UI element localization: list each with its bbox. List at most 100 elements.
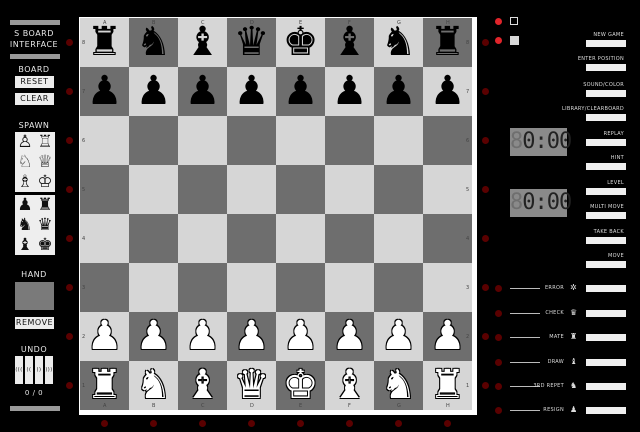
- square-g5[interactable]: [374, 165, 423, 214]
- square-b5[interactable]: [129, 165, 178, 214]
- spawn-black-piece-3[interactable]: ♛: [35, 215, 55, 235]
- spawn-white-piece-3[interactable]: ♕: [35, 152, 55, 172]
- black-pawn-d7[interactable]: ♟: [227, 67, 276, 116]
- divider: [10, 406, 60, 411]
- square-f4[interactable]: [325, 214, 374, 263]
- rank-led: [482, 235, 489, 242]
- resign-indicator: [586, 407, 626, 414]
- spawn-white-piece-1[interactable]: ♖: [35, 132, 55, 152]
- white-color-swatch[interactable]: [510, 17, 518, 25]
- spawn-black-piece-5[interactable]: ♚: [35, 235, 55, 255]
- file-led: [395, 420, 402, 427]
- rank-label: 8: [82, 40, 86, 46]
- undo-button-2[interactable]: )): [35, 356, 43, 384]
- white-pawn-d2[interactable]: ♟: [227, 312, 276, 361]
- square-a5[interactable]: [80, 165, 129, 214]
- square-c3[interactable]: [178, 263, 227, 312]
- square-d4[interactable]: [227, 214, 276, 263]
- sound-color-button[interactable]: [586, 90, 626, 97]
- square-c4[interactable]: [178, 214, 227, 263]
- library-clearboard-button[interactable]: [586, 114, 626, 121]
- black-pawn-h7[interactable]: ♟: [423, 67, 472, 116]
- square-c6[interactable]: [178, 116, 227, 165]
- black-pawn-b7[interactable]: ♟: [129, 67, 178, 116]
- spawn-black-piece-0[interactable]: ♟: [15, 195, 35, 215]
- clear-button[interactable]: CLEAR: [15, 93, 54, 105]
- black-color-swatch[interactable]: [510, 36, 519, 45]
- square-e5[interactable]: [276, 165, 325, 214]
- file-label: E: [299, 403, 303, 409]
- new-game-button[interactable]: [586, 40, 626, 47]
- square-a3[interactable]: [80, 263, 129, 312]
- square-e3[interactable]: [276, 263, 325, 312]
- square-h6[interactable]: [423, 116, 472, 165]
- white-pawn-c2[interactable]: ♟: [178, 312, 227, 361]
- square-f6[interactable]: [325, 116, 374, 165]
- file-led: [444, 420, 451, 427]
- rank-label: 6: [82, 138, 86, 144]
- enter-position-button[interactable]: [586, 64, 626, 71]
- square-h3[interactable]: [423, 263, 472, 312]
- take-back-button[interactable]: [586, 237, 626, 244]
- square-g3[interactable]: [374, 263, 423, 312]
- square-b4[interactable]: [129, 214, 178, 263]
- spawn-white-palette: ♙ ♖ ♘ ♕ ♗ ♔: [15, 132, 55, 192]
- white-pawn-f2[interactable]: ♟: [325, 312, 374, 361]
- spawn-white-piece-0[interactable]: ♙: [15, 132, 35, 152]
- rank-label: 4: [82, 236, 86, 242]
- spawn-white-piece-4[interactable]: ♗: [15, 172, 35, 192]
- undo-button-3[interactable]: ))): [45, 356, 53, 384]
- square-f5[interactable]: [325, 165, 374, 214]
- white-pawn-e2[interactable]: ♟: [276, 312, 325, 361]
- black-pawn-a7[interactable]: ♟: [80, 67, 129, 116]
- white-pawn-b2[interactable]: ♟: [129, 312, 178, 361]
- square-e6[interactable]: [276, 116, 325, 165]
- square-h5[interactable]: [423, 165, 472, 214]
- file-label: B: [152, 403, 156, 409]
- square-d3[interactable]: [227, 263, 276, 312]
- square-d5[interactable]: [227, 165, 276, 214]
- white-pawn-h2[interactable]: ♟: [423, 312, 472, 361]
- remove-button[interactable]: REMOVE: [15, 317, 54, 329]
- spawn-section-title: SPAWN: [18, 121, 50, 130]
- spawn-black-piece-2[interactable]: ♞: [15, 215, 35, 235]
- undo-button-1[interactable]: ((: [25, 356, 33, 384]
- black-turn-indicator: [495, 37, 502, 44]
- square-a6[interactable]: [80, 116, 129, 165]
- check-indicator: [586, 310, 626, 317]
- black-pawn-f7[interactable]: ♟: [325, 67, 374, 116]
- reset-button[interactable]: RESET: [15, 76, 54, 88]
- square-g6[interactable]: [374, 116, 423, 165]
- replay-button[interactable]: [586, 139, 626, 146]
- spawn-black-piece-1[interactable]: ♜: [35, 195, 55, 215]
- spawn-black-piece-4[interactable]: ♝: [15, 235, 35, 255]
- white-pawn-g2[interactable]: ♟: [374, 312, 423, 361]
- clock-top: 80:00: [510, 128, 572, 156]
- white-pawn-a2[interactable]: ♟: [80, 312, 129, 361]
- hint-button[interactable]: [586, 163, 626, 170]
- check-icon: ♛: [570, 308, 578, 317]
- undo-button-0[interactable]: (((: [15, 356, 23, 384]
- chess-board: ♜ A 8 ♞ B ♝ C ♛ D ♚ E ♝ F ♞ G ♜ H 8 ♟ 7 ♟ ♟ ♟ ♟ ♟ ♟ ♟ 7 6 6 5 5 4 4 3 3 ♟ 2 ♟ ♟…: [79, 17, 477, 415]
- spawn-white-piece-5[interactable]: ♔: [35, 172, 55, 192]
- black-pawn-g7[interactable]: ♟: [374, 67, 423, 116]
- square-d6[interactable]: [227, 116, 276, 165]
- black-pawn-c7[interactable]: ♟: [178, 67, 227, 116]
- spawn-black-palette: ♟ ♜ ♞ ♛ ♝ ♚: [15, 195, 55, 255]
- square-b3[interactable]: [129, 263, 178, 312]
- square-f3[interactable]: [325, 263, 374, 312]
- hand-slot[interactable]: [15, 282, 54, 310]
- black-pawn-e7[interactable]: ♟: [276, 67, 325, 116]
- square-c5[interactable]: [178, 165, 227, 214]
- square-g4[interactable]: [374, 214, 423, 263]
- move-button[interactable]: [586, 261, 626, 268]
- multi-move-button[interactable]: [586, 212, 626, 219]
- square-a4[interactable]: [80, 214, 129, 263]
- level-button[interactable]: [586, 188, 626, 195]
- app-title-line2: INTERFACE: [9, 40, 59, 49]
- square-e4[interactable]: [276, 214, 325, 263]
- spawn-white-piece-2[interactable]: ♘: [15, 152, 35, 172]
- rank-label: 2: [466, 334, 470, 340]
- square-h4[interactable]: [423, 214, 472, 263]
- square-b6[interactable]: [129, 116, 178, 165]
